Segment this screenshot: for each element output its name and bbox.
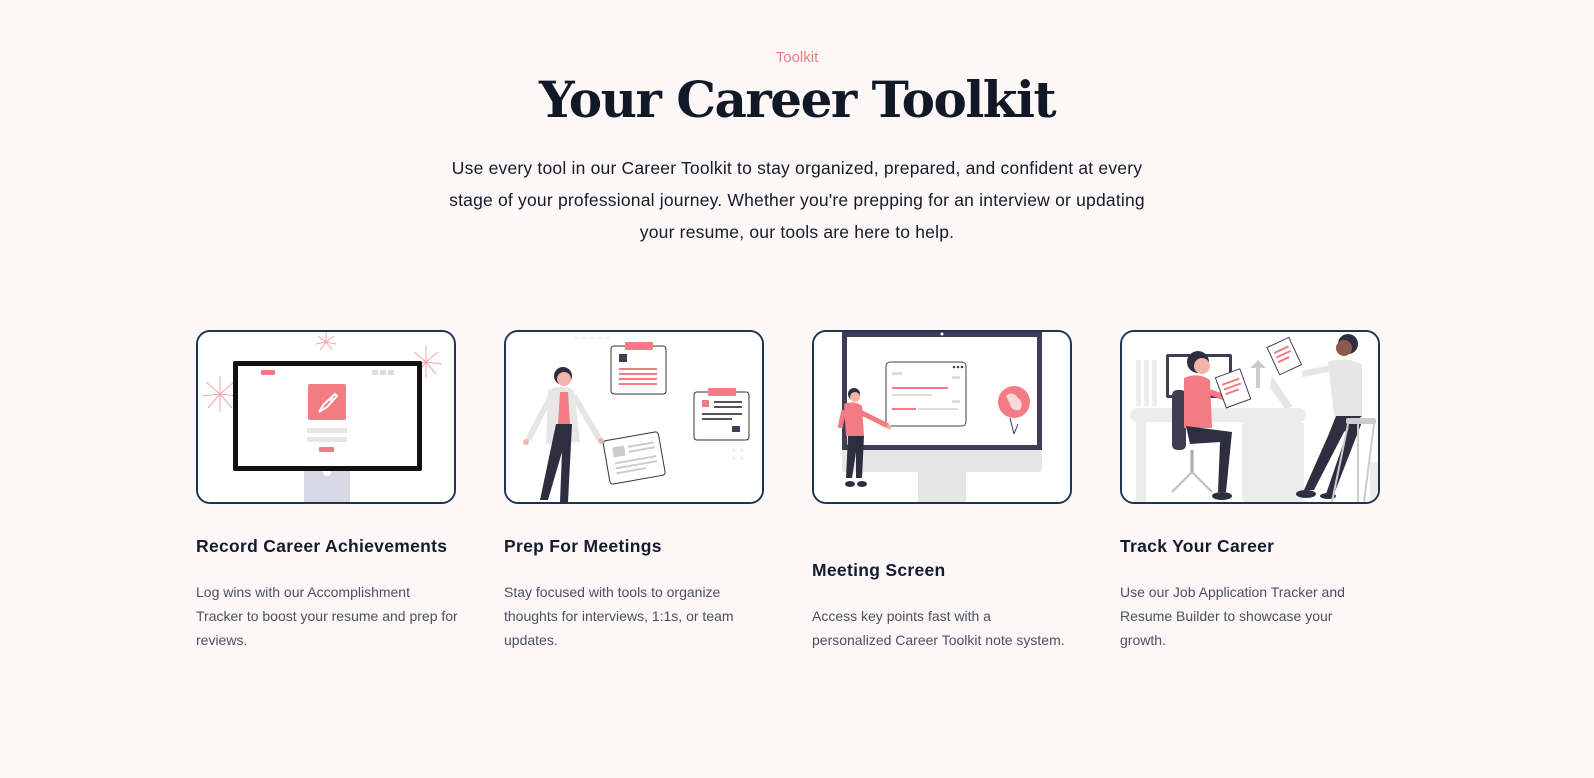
card-title: Meeting Screen — [812, 560, 946, 580]
monitor-rocket-illustration — [198, 332, 454, 502]
card-description: Log wins with our Accomplishment Tracker… — [196, 584, 458, 648]
card-title: Record Career Achievements — [196, 536, 448, 556]
section-intro: Use every tool in our Career Toolkit to … — [449, 158, 1145, 242]
card-title: Prep For Meetings — [504, 536, 662, 556]
card-prep-meetings[interactable]: Prep For Meetings Stay focused with tool… — [504, 330, 764, 648]
section-title: Your Career Toolkit — [538, 70, 1057, 129]
card-image-frame — [1120, 330, 1380, 504]
section-eyebrow: Toolkit — [775, 49, 819, 66]
card-track-career[interactable]: Track Your Career Use our Job Applicatio… — [1120, 330, 1380, 648]
card-description: Use our Job Application Tracker and Resu… — [1120, 584, 1345, 648]
office-people-illustration — [1122, 332, 1378, 502]
woman-documents-illustration — [506, 332, 762, 502]
card-meeting-screen[interactable]: Meeting Screen Access key points fast wi… — [812, 330, 1072, 648]
large-screen-illustration — [814, 332, 1070, 502]
career-toolkit-section: Toolkit Your Career Toolkit Use every to… — [0, 0, 1594, 778]
card-image-frame — [196, 330, 456, 504]
card-record-achievements[interactable]: Record Career Achievements Log wins with… — [196, 330, 458, 648]
card-title: Track Your Career — [1120, 536, 1275, 556]
card-description: Stay focused with tools to organize thou… — [504, 584, 734, 648]
card-image-frame — [812, 330, 1072, 504]
card-image-frame — [504, 330, 764, 504]
card-description: Access key points fast with a personaliz… — [812, 608, 1065, 648]
